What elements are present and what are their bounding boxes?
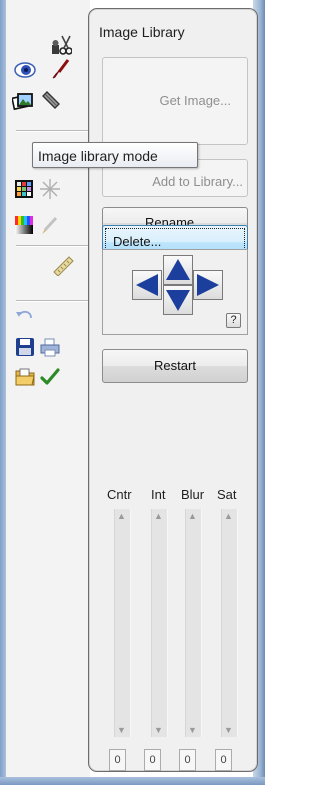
slider-down-arrow-icon[interactable]: ▼ [154,725,163,735]
slider-value-sat[interactable]: 0 [215,749,232,771]
restart-button[interactable]: Restart [102,349,248,383]
move-left-button[interactable] [132,270,162,300]
get-image-button[interactable]: Get Image... [102,57,248,145]
eyedropper-scissors-icon[interactable] [50,34,72,56]
checkmark-icon[interactable] [39,366,61,388]
slider-up-arrow-icon[interactable]: ▲ [117,511,126,521]
ruler-icon[interactable] [52,254,74,276]
move-down-button[interactable] [163,285,193,315]
window-frame-bottom [0,777,265,785]
slider-down-arrow-icon[interactable]: ▼ [188,725,197,735]
slider-label-sat: Sat [217,487,237,502]
dropper-icon[interactable] [39,214,61,236]
color-palette-icon[interactable] [13,178,35,200]
slider-int[interactable]: ▲ ▼ [151,509,168,737]
move-right-button[interactable] [193,270,223,300]
slider-sat[interactable]: ▲ ▼ [221,509,238,737]
slider-up-arrow-icon[interactable]: ▲ [188,511,197,521]
print-icon[interactable] [39,336,61,358]
slider-value-blur[interactable]: 0 [179,749,196,771]
slider-down-arrow-icon[interactable]: ▼ [224,725,233,735]
slider-blur[interactable]: ▲ ▼ [185,509,202,737]
help-button[interactable]: ? [226,313,241,328]
move-up-button[interactable] [163,255,193,285]
slider-label-int: Int [151,487,166,502]
slider-value-int[interactable]: 0 [144,749,161,771]
toolbox-separator [16,130,88,132]
image-library-panel: Image Library Get Image... Add to Librar… [88,8,258,772]
wand-icon[interactable] [39,178,61,200]
slider-cntr[interactable]: ▲ ▼ [114,509,131,737]
slider-down-arrow-icon[interactable]: ▼ [117,725,126,735]
panel-title: Image Library [99,24,185,40]
arrow-right-icon [197,274,219,296]
toolbox [6,0,90,777]
arrow-down-icon [166,290,190,311]
undo-icon[interactable] [14,306,36,328]
arrow-left-icon [136,274,158,296]
slider-value-cntr[interactable]: 0 [109,749,126,771]
open-folder-icon[interactable] [14,366,36,388]
slider-up-arrow-icon[interactable]: ▲ [224,511,233,521]
slider-label-blur: Blur [181,487,205,502]
tooltip: Image library mode [32,142,198,168]
eye-icon[interactable] [14,58,36,80]
ruler-pencil-icon[interactable] [39,90,61,112]
slider-label-cntr: Cntr [107,487,132,502]
toolbox-separator [16,245,88,247]
arrow-up-icon [166,259,190,280]
color-bars-icon[interactable] [13,214,35,236]
image-stack-icon[interactable] [12,90,34,112]
move-arrows-group: ? [102,249,248,335]
brush-icon[interactable] [50,58,72,80]
slider-up-arrow-icon[interactable]: ▲ [154,511,163,521]
save-icon[interactable] [14,336,36,358]
toolbox-separator [16,300,88,302]
